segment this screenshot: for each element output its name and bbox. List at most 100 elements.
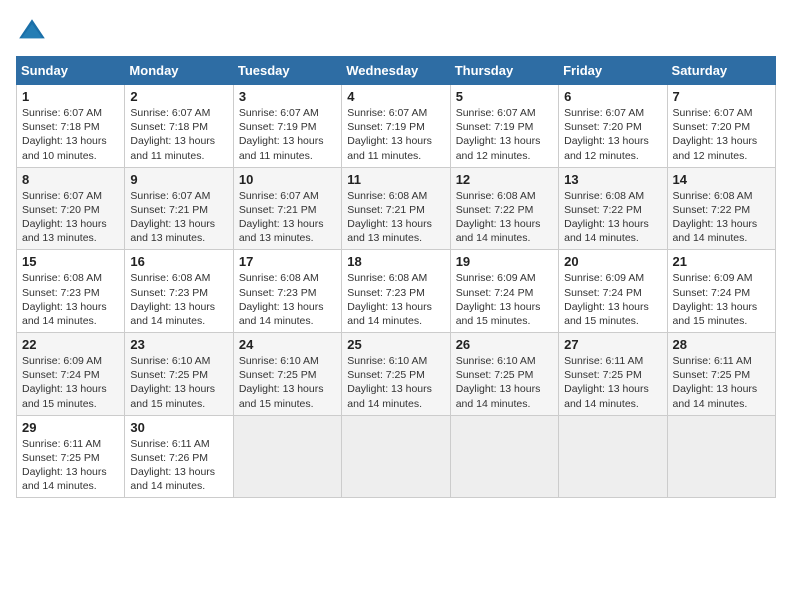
calendar-cell: 6 Sunrise: 6:07 AMSunset: 7:20 PMDayligh… (559, 85, 667, 168)
weekday-header: Tuesday (233, 57, 341, 85)
calendar-cell: 29 Sunrise: 6:11 AMSunset: 7:25 PMDaylig… (17, 415, 125, 498)
day-info: Sunrise: 6:07 AMSunset: 7:19 PMDaylight:… (239, 107, 324, 162)
calendar-cell (667, 415, 775, 498)
calendar-cell: 23 Sunrise: 6:10 AMSunset: 7:25 PMDaylig… (125, 333, 233, 416)
day-number: 12 (456, 172, 553, 187)
weekday-header: Saturday (667, 57, 775, 85)
day-info: Sunrise: 6:07 AMSunset: 7:18 PMDaylight:… (130, 107, 215, 162)
day-number: 7 (673, 89, 770, 104)
calendar-cell: 5 Sunrise: 6:07 AMSunset: 7:19 PMDayligh… (450, 85, 558, 168)
day-info: Sunrise: 6:08 AMSunset: 7:23 PMDaylight:… (239, 272, 324, 327)
page-header (16, 16, 776, 48)
day-number: 28 (673, 337, 770, 352)
day-info: Sunrise: 6:11 AMSunset: 7:26 PMDaylight:… (130, 438, 215, 493)
day-info: Sunrise: 6:09 AMSunset: 7:24 PMDaylight:… (22, 355, 107, 410)
calendar-table: SundayMondayTuesdayWednesdayThursdayFrid… (16, 56, 776, 498)
day-number: 11 (347, 172, 444, 187)
calendar-cell: 24 Sunrise: 6:10 AMSunset: 7:25 PMDaylig… (233, 333, 341, 416)
calendar-cell: 30 Sunrise: 6:11 AMSunset: 7:26 PMDaylig… (125, 415, 233, 498)
calendar-cell: 27 Sunrise: 6:11 AMSunset: 7:25 PMDaylig… (559, 333, 667, 416)
calendar-week-row: 1 Sunrise: 6:07 AMSunset: 7:18 PMDayligh… (17, 85, 776, 168)
day-info: Sunrise: 6:07 AMSunset: 7:21 PMDaylight:… (239, 190, 324, 245)
day-number: 3 (239, 89, 336, 104)
calendar-cell: 20 Sunrise: 6:09 AMSunset: 7:24 PMDaylig… (559, 250, 667, 333)
day-info: Sunrise: 6:08 AMSunset: 7:22 PMDaylight:… (673, 190, 758, 245)
calendar-cell: 25 Sunrise: 6:10 AMSunset: 7:25 PMDaylig… (342, 333, 450, 416)
day-info: Sunrise: 6:08 AMSunset: 7:22 PMDaylight:… (564, 190, 649, 245)
calendar-cell: 15 Sunrise: 6:08 AMSunset: 7:23 PMDaylig… (17, 250, 125, 333)
day-info: Sunrise: 6:07 AMSunset: 7:19 PMDaylight:… (456, 107, 541, 162)
day-number: 6 (564, 89, 661, 104)
day-info: Sunrise: 6:09 AMSunset: 7:24 PMDaylight:… (564, 272, 649, 327)
day-info: Sunrise: 6:07 AMSunset: 7:20 PMDaylight:… (564, 107, 649, 162)
day-number: 4 (347, 89, 444, 104)
calendar-week-row: 15 Sunrise: 6:08 AMSunset: 7:23 PMDaylig… (17, 250, 776, 333)
day-info: Sunrise: 6:08 AMSunset: 7:23 PMDaylight:… (130, 272, 215, 327)
calendar-cell: 21 Sunrise: 6:09 AMSunset: 7:24 PMDaylig… (667, 250, 775, 333)
logo (16, 16, 52, 48)
day-number: 22 (22, 337, 119, 352)
header-row: SundayMondayTuesdayWednesdayThursdayFrid… (17, 57, 776, 85)
day-info: Sunrise: 6:11 AMSunset: 7:25 PMDaylight:… (673, 355, 758, 410)
calendar-cell: 7 Sunrise: 6:07 AMSunset: 7:20 PMDayligh… (667, 85, 775, 168)
calendar-cell (342, 415, 450, 498)
day-number: 16 (130, 254, 227, 269)
day-number: 19 (456, 254, 553, 269)
calendar-cell (450, 415, 558, 498)
day-info: Sunrise: 6:07 AMSunset: 7:21 PMDaylight:… (130, 190, 215, 245)
day-number: 17 (239, 254, 336, 269)
day-info: Sunrise: 6:09 AMSunset: 7:24 PMDaylight:… (456, 272, 541, 327)
day-number: 13 (564, 172, 661, 187)
day-info: Sunrise: 6:07 AMSunset: 7:20 PMDaylight:… (673, 107, 758, 162)
calendar-cell: 17 Sunrise: 6:08 AMSunset: 7:23 PMDaylig… (233, 250, 341, 333)
calendar-cell: 9 Sunrise: 6:07 AMSunset: 7:21 PMDayligh… (125, 167, 233, 250)
day-info: Sunrise: 6:07 AMSunset: 7:20 PMDaylight:… (22, 190, 107, 245)
day-number: 23 (130, 337, 227, 352)
weekday-header: Sunday (17, 57, 125, 85)
calendar-week-row: 29 Sunrise: 6:11 AMSunset: 7:25 PMDaylig… (17, 415, 776, 498)
day-info: Sunrise: 6:07 AMSunset: 7:18 PMDaylight:… (22, 107, 107, 162)
day-number: 1 (22, 89, 119, 104)
day-info: Sunrise: 6:10 AMSunset: 7:25 PMDaylight:… (239, 355, 324, 410)
day-number: 30 (130, 420, 227, 435)
weekday-header: Monday (125, 57, 233, 85)
day-number: 26 (456, 337, 553, 352)
day-info: Sunrise: 6:07 AMSunset: 7:19 PMDaylight:… (347, 107, 432, 162)
day-number: 5 (456, 89, 553, 104)
day-number: 21 (673, 254, 770, 269)
calendar-cell: 26 Sunrise: 6:10 AMSunset: 7:25 PMDaylig… (450, 333, 558, 416)
calendar-cell: 1 Sunrise: 6:07 AMSunset: 7:18 PMDayligh… (17, 85, 125, 168)
calendar-cell: 28 Sunrise: 6:11 AMSunset: 7:25 PMDaylig… (667, 333, 775, 416)
day-info: Sunrise: 6:11 AMSunset: 7:25 PMDaylight:… (22, 438, 107, 493)
day-number: 20 (564, 254, 661, 269)
calendar-header: SundayMondayTuesdayWednesdayThursdayFrid… (17, 57, 776, 85)
calendar-body: 1 Sunrise: 6:07 AMSunset: 7:18 PMDayligh… (17, 85, 776, 498)
day-number: 18 (347, 254, 444, 269)
weekday-header: Wednesday (342, 57, 450, 85)
day-number: 29 (22, 420, 119, 435)
day-info: Sunrise: 6:10 AMSunset: 7:25 PMDaylight:… (456, 355, 541, 410)
day-info: Sunrise: 6:10 AMSunset: 7:25 PMDaylight:… (347, 355, 432, 410)
day-info: Sunrise: 6:10 AMSunset: 7:25 PMDaylight:… (130, 355, 215, 410)
day-number: 10 (239, 172, 336, 187)
logo-icon (16, 16, 48, 48)
calendar-cell: 12 Sunrise: 6:08 AMSunset: 7:22 PMDaylig… (450, 167, 558, 250)
calendar-cell: 18 Sunrise: 6:08 AMSunset: 7:23 PMDaylig… (342, 250, 450, 333)
day-info: Sunrise: 6:08 AMSunset: 7:22 PMDaylight:… (456, 190, 541, 245)
calendar-week-row: 8 Sunrise: 6:07 AMSunset: 7:20 PMDayligh… (17, 167, 776, 250)
day-number: 9 (130, 172, 227, 187)
day-number: 15 (22, 254, 119, 269)
day-info: Sunrise: 6:08 AMSunset: 7:23 PMDaylight:… (22, 272, 107, 327)
weekday-header: Thursday (450, 57, 558, 85)
calendar-cell: 3 Sunrise: 6:07 AMSunset: 7:19 PMDayligh… (233, 85, 341, 168)
day-number: 8 (22, 172, 119, 187)
calendar-cell: 2 Sunrise: 6:07 AMSunset: 7:18 PMDayligh… (125, 85, 233, 168)
calendar-cell: 16 Sunrise: 6:08 AMSunset: 7:23 PMDaylig… (125, 250, 233, 333)
day-info: Sunrise: 6:11 AMSunset: 7:25 PMDaylight:… (564, 355, 649, 410)
day-info: Sunrise: 6:08 AMSunset: 7:21 PMDaylight:… (347, 190, 432, 245)
day-number: 14 (673, 172, 770, 187)
calendar-cell (559, 415, 667, 498)
day-number: 25 (347, 337, 444, 352)
calendar-week-row: 22 Sunrise: 6:09 AMSunset: 7:24 PMDaylig… (17, 333, 776, 416)
calendar-cell: 14 Sunrise: 6:08 AMSunset: 7:22 PMDaylig… (667, 167, 775, 250)
